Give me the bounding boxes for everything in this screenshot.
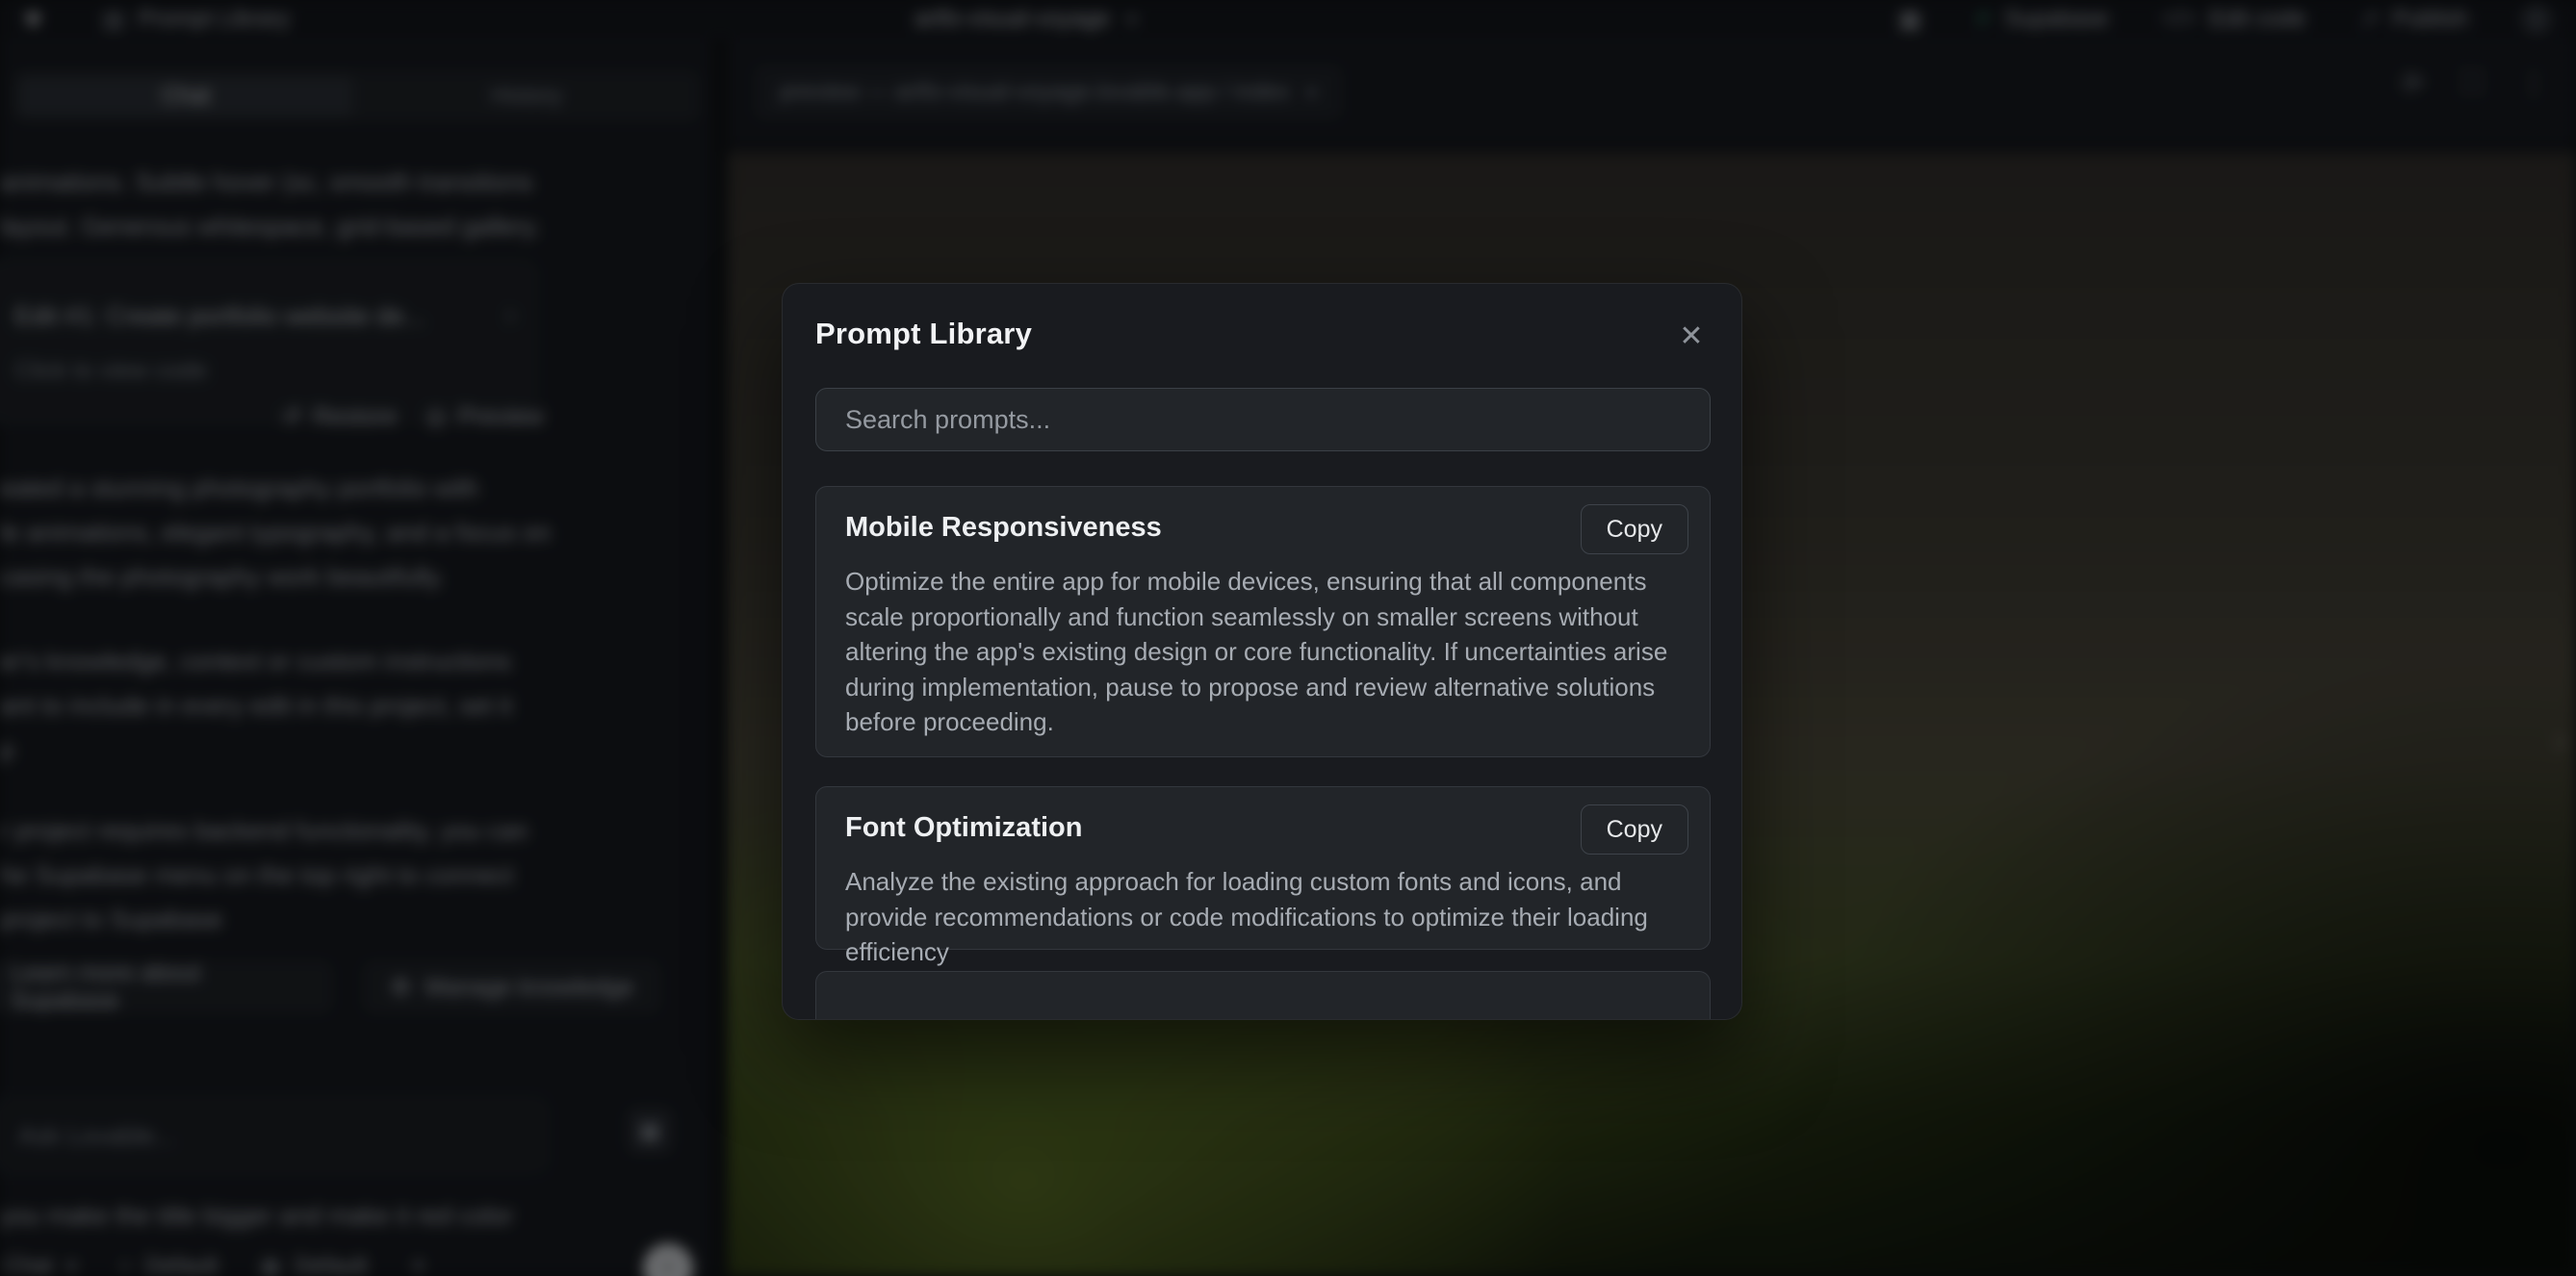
search-input[interactable]: [815, 388, 1711, 451]
prompt-card-partial: [815, 971, 1711, 1020]
prompt-card-body: Analyze the existing approach for loadin…: [845, 864, 1681, 970]
modal-title: Prompt Library: [815, 317, 1032, 351]
app-window: ♥ ▤ Prompt Library artfo-visual-voyage ▾…: [0, 0, 2576, 1276]
prompt-card: Mobile Responsiveness Copy Optimize the …: [815, 486, 1711, 757]
prompt-card-body: Optimize the entire app for mobile devic…: [845, 564, 1681, 740]
copy-button[interactable]: Copy: [1581, 804, 1688, 855]
close-icon[interactable]: ✕: [1670, 315, 1713, 357]
prompt-card-title: Font Optimization: [845, 812, 1082, 844]
copy-button[interactable]: Copy: [1581, 504, 1688, 554]
prompt-card: Font Optimization Copy Analyze the exist…: [815, 786, 1711, 950]
prompt-library-modal: Prompt Library ✕ Mobile Responsiveness C…: [782, 283, 1742, 1020]
prompt-card-title: Mobile Responsiveness: [845, 512, 1162, 544]
